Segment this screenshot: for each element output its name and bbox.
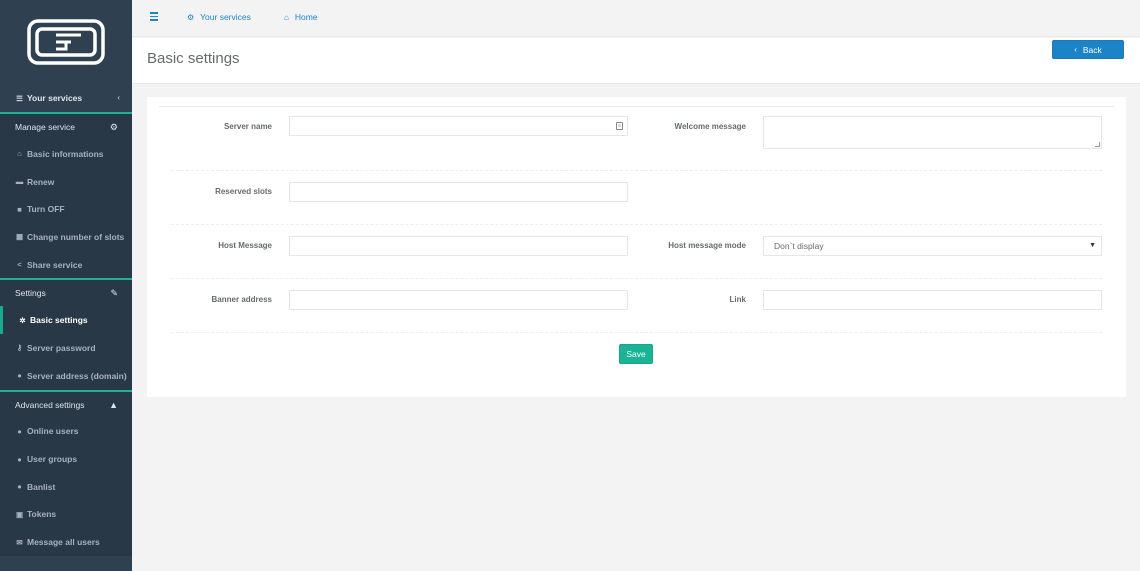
host-message-mode-label: Host message mode bbox=[668, 241, 746, 250]
host-message-mode-select[interactable]: Don`t display ▼ bbox=[763, 236, 1102, 256]
topbar-your-services-link[interactable]: ⚙ Your services bbox=[187, 12, 251, 22]
sidebar-item-server-password[interactable]: ⚷ Server password bbox=[0, 334, 132, 362]
sidebar-section-advanced-settings[interactable]: Advanced settings ▲ bbox=[0, 389, 132, 418]
page-title: Basic settings bbox=[147, 50, 240, 67]
key-icon: ⚷ bbox=[16, 343, 23, 353]
select-value: Don`t display bbox=[774, 241, 824, 251]
sidebar-item-online-users[interactable]: ● Online users bbox=[0, 417, 132, 446]
welcome-message-label: Welcome message bbox=[674, 122, 746, 131]
sidebar-item-label: Server address (domain) bbox=[27, 370, 127, 381]
sidebar-item-renew[interactable]: ▬ Renew bbox=[0, 167, 132, 196]
wrench-icon: ✎ bbox=[110, 288, 118, 299]
sidebar-item-label: Turn OFF bbox=[27, 204, 65, 215]
list-icon: ☰ bbox=[16, 93, 23, 103]
sidebar-item-label: Basic informations bbox=[27, 148, 104, 159]
cogs-icon: ⚙ bbox=[109, 122, 118, 132]
logo[interactable] bbox=[26, 18, 106, 66]
share-icon: < bbox=[17, 260, 22, 270]
home-icon: ⌂ bbox=[17, 149, 22, 159]
sidebar-section-manage-service[interactable]: Manage service ⚙ bbox=[0, 112, 132, 140]
sidebar-item-label: Change number of slots bbox=[27, 231, 125, 242]
sidebar-item-label: User groups bbox=[27, 454, 78, 465]
reserved-slots-input[interactable] bbox=[289, 182, 628, 202]
topbar: ⚙ Your services ⌂ Home bbox=[132, 0, 1140, 37]
divider bbox=[171, 332, 1102, 333]
divider bbox=[171, 170, 1102, 171]
sidebar-item-user-groups[interactable]: ● User groups bbox=[0, 445, 132, 473]
hamburger-menu-icon[interactable] bbox=[150, 12, 158, 23]
sidebar-item-basic-settings[interactable]: ✲ Basic settings bbox=[0, 306, 132, 335]
sidebar-item-label: Settings bbox=[15, 288, 46, 299]
sidebar-item-your-services[interactable]: ☰ Your services ‹ bbox=[0, 84, 132, 112]
page-heading: Basic settings ‹ Back bbox=[132, 38, 1140, 84]
stop-icon: ■ bbox=[17, 204, 22, 214]
sidebar-item-label: Message all users bbox=[27, 537, 100, 548]
sidebar-item-server-address[interactable]: ● Server address (domain) bbox=[0, 361, 132, 390]
resize-handle-icon[interactable] bbox=[1095, 142, 1100, 147]
sidebar-item-banlist[interactable]: ● Banlist bbox=[0, 472, 132, 501]
back-button[interactable]: ‹ Back bbox=[1052, 40, 1124, 59]
divider bbox=[159, 106, 1114, 107]
save-button[interactable]: Save bbox=[619, 344, 653, 364]
settings-form-panel: Server name ≡ Welcome message Reserved s… bbox=[147, 97, 1126, 397]
user-ban-icon: ● bbox=[17, 482, 22, 492]
server-name-label: Server name bbox=[223, 122, 272, 131]
sidebar-section-settings[interactable]: Settings ✎ bbox=[0, 278, 132, 307]
sidebar-item-label: Manage service bbox=[15, 122, 76, 132]
sidebar-item-label: Tokens bbox=[27, 509, 57, 520]
chevron-left-icon: ‹ bbox=[1074, 45, 1077, 54]
home-icon: ⌂ bbox=[284, 12, 289, 22]
sidebar-item-message-all-users[interactable]: ✉ Message all users bbox=[0, 528, 132, 556]
topbar-link-label: Your services bbox=[200, 12, 251, 22]
cogs-icon: ⚙ bbox=[187, 12, 195, 22]
sidebar-item-label: Basic settings bbox=[30, 315, 88, 326]
users-icon: ● bbox=[17, 454, 22, 464]
sidebar-item-label: Renew bbox=[27, 176, 55, 187]
sidebar-item-label: Share service bbox=[27, 259, 83, 270]
banner-address-input[interactable] bbox=[289, 290, 628, 310]
autofill-icon: ≡ bbox=[616, 122, 623, 130]
lock-icon: ▣ bbox=[15, 509, 24, 519]
sidebar: ☰ Your services ‹ Manage service ⚙ ⌂ Bas… bbox=[0, 0, 132, 571]
server-name-input[interactable]: ≡ bbox=[289, 116, 628, 136]
divider bbox=[171, 224, 1102, 225]
sidebar-item-tokens[interactable]: ▣ Tokens bbox=[0, 500, 132, 529]
divider bbox=[171, 278, 1102, 279]
banner-address-label: Banner address bbox=[211, 295, 272, 304]
grid-icon: ▦ bbox=[15, 232, 24, 242]
topbar-link-label: Home bbox=[294, 12, 318, 22]
user-icon: ● bbox=[17, 426, 22, 436]
link-input[interactable] bbox=[763, 290, 1102, 310]
cart-icon: ▬ bbox=[15, 177, 24, 187]
sidebar-item-label: Online users bbox=[27, 426, 79, 437]
link-label: Link bbox=[729, 295, 746, 304]
globe-icon: ● bbox=[17, 371, 22, 381]
sidebar-item-change-slots[interactable]: ▦ Change number of slots bbox=[0, 223, 132, 251]
sidebar-item-turn-off[interactable]: ■ Turn OFF bbox=[0, 195, 132, 224]
chevron-down-icon: ▼ bbox=[1089, 242, 1096, 249]
welcome-message-textarea[interactable] bbox=[763, 116, 1102, 149]
chevron-left-icon: ‹ bbox=[117, 93, 120, 102]
host-message-label: Host Message bbox=[218, 241, 272, 250]
host-message-input[interactable] bbox=[289, 236, 628, 256]
sidebar-item-label: Advanced settings bbox=[15, 399, 85, 410]
logo-area bbox=[0, 0, 132, 84]
topbar-home-link[interactable]: ⌂ Home bbox=[284, 12, 318, 22]
warning-icon: ▲ bbox=[109, 399, 118, 410]
sidebar-item-share-service[interactable]: < Share service bbox=[0, 250, 132, 279]
reserved-slots-label: Reserved slots bbox=[215, 187, 272, 196]
sidebar-item-basic-informations[interactable]: ⌂ Basic informations bbox=[0, 140, 132, 168]
sidebar-item-label: Banlist bbox=[27, 481, 56, 492]
sidebar-item-label: Server password bbox=[27, 342, 96, 353]
sidebar-item-label: Your services bbox=[27, 93, 83, 103]
envelope-icon: ✉ bbox=[16, 537, 23, 547]
back-button-label: Back bbox=[1082, 44, 1102, 55]
gear-icon: ✲ bbox=[19, 315, 26, 325]
